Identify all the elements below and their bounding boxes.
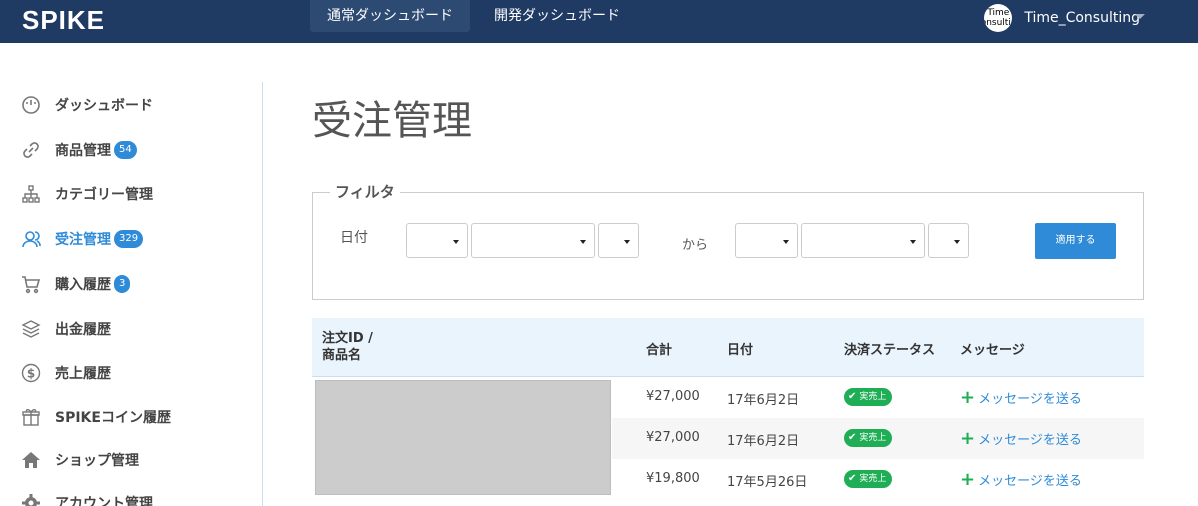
cart-icon [20, 273, 42, 295]
count-badge: 329 [114, 230, 144, 248]
from-day-select[interactable] [598, 223, 639, 258]
status-badge: ✔ 実売上 [844, 388, 893, 406]
sidebar-item-spike-coin-history[interactable]: SPIKEコイン履歴 [20, 404, 171, 430]
column-header-message: メッセージ [960, 343, 1025, 358]
svg-text:$: $ [27, 367, 35, 381]
sidebar-item-categories[interactable]: カテゴリー管理 [20, 181, 153, 207]
avatar: Time Consulting [984, 4, 1013, 32]
from-year-select[interactable] [406, 223, 468, 258]
sidebar-item-products[interactable]: 商品管理 54 [20, 137, 137, 163]
plus-icon: + [960, 427, 976, 449]
gift-icon [20, 406, 42, 428]
to-month-select[interactable] [801, 223, 925, 258]
home-icon [20, 449, 42, 471]
top-navbar: SPIKE 通常ダッシュボード 開発ダッシュボード Time Consultin… [0, 0, 1198, 43]
sidebar-item-label: 受注管理 [55, 232, 111, 248]
table-row: ¥27,000 17年6月2日 ✔ 実売上 + メッセージを送る [612, 377, 1144, 418]
sidebar-item-dashboard[interactable]: ダッシュボード [20, 92, 153, 118]
order-date: 17年6月2日 [727, 434, 800, 449]
status-badge: ✔ 実売上 [844, 429, 893, 447]
chevron-down-icon[interactable] [1135, 14, 1145, 19]
tab-standard-dashboard[interactable]: 通常ダッシュボード [310, 0, 470, 32]
sidebar-item-label: ショップ管理 [55, 453, 139, 469]
apply-filter-button[interactable]: 適用する [1035, 223, 1116, 259]
plus-icon: + [960, 468, 976, 490]
sidebar-item-shop-management[interactable]: ショップ管理 [20, 447, 139, 473]
check-icon: ✔ [848, 432, 857, 443]
speedometer-icon [20, 94, 42, 116]
count-badge: 54 [114, 141, 137, 159]
send-message-link[interactable]: + メッセージを送る [960, 470, 1082, 489]
order-date: 17年6月2日 [727, 393, 800, 408]
sidebar-item-label: アカウント管理 [55, 496, 153, 506]
sidebar-item-label: 購入履歴 [55, 277, 111, 293]
sidebar-item-label: カテゴリー管理 [55, 187, 153, 203]
product-thumbnail[interactable] [315, 380, 611, 495]
from-month-select[interactable] [471, 223, 595, 258]
tab-developer-dashboard[interactable]: 開発ダッシュボード [477, 0, 637, 32]
date-filter-label: 日付 [340, 230, 368, 246]
order-total: ¥27,000 [646, 389, 700, 404]
column-header-payment-status: 決済ステータス [844, 343, 936, 358]
sidebar-item-purchase-history[interactable]: 購入履歴 3 [20, 271, 131, 297]
order-date: 17年5月26日 [727, 475, 808, 490]
count-badge: 3 [114, 275, 131, 293]
sidebar-item-sales-history[interactable]: $ 売上履歴 [20, 360, 111, 386]
hierarchy-icon [20, 183, 42, 205]
plus-icon: + [960, 386, 976, 408]
check-icon: ✔ [848, 473, 857, 484]
table-row: ¥27,000 17年6月2日 ✔ 実売上 + メッセージを送る [612, 418, 1144, 459]
order-total: ¥27,000 [646, 430, 700, 445]
table-header: 注文ID / 商品名 合計 日付 決済ステータス メッセージ [312, 318, 1144, 377]
page-title: 受注管理 [312, 98, 472, 144]
users-icon [20, 228, 42, 250]
sidebar-item-withdrawal-history[interactable]: 出金履歴 [20, 316, 111, 342]
link-icon [20, 139, 42, 161]
send-message-link[interactable]: + メッセージを送る [960, 429, 1082, 448]
layers-icon [20, 318, 42, 340]
dollar-icon: $ [20, 362, 42, 384]
sidebar-item-label: 出金履歴 [55, 322, 111, 338]
column-header-date: 日付 [727, 343, 754, 358]
send-message-link[interactable]: + メッセージを送る [960, 388, 1082, 407]
sidebar-item-label: 商品管理 [55, 143, 111, 159]
sidebar-item-label: SPIKEコイン履歴 [55, 410, 171, 426]
check-icon: ✔ [848, 391, 857, 402]
filter-legend: フィルタ [330, 181, 400, 202]
username: Time_Consulting [1024, 10, 1140, 26]
sidebar-item-label: ダッシュボード [55, 98, 153, 114]
order-total: ¥19,800 [646, 471, 700, 486]
gear-icon [20, 492, 42, 506]
sidebar-item-label: 売上履歴 [55, 366, 111, 382]
from-label: から [682, 238, 709, 253]
status-badge: ✔ 実売上 [844, 470, 893, 488]
table-row: ¥19,800 17年5月26日 ✔ 実売上 + メッセージを送る [612, 459, 1144, 500]
column-header-order-id: 注文ID / 商品名 [322, 331, 373, 363]
to-year-select[interactable] [735, 223, 798, 258]
sidebar-item-account-management[interactable]: アカウント管理 [20, 490, 153, 506]
spike-logo[interactable]: SPIKE [22, 5, 105, 36]
user-menu[interactable]: Time Consulting Time_Consulting [984, 3, 1140, 33]
column-header-total: 合計 [646, 343, 673, 358]
sidebar-item-orders[interactable]: 受注管理 329 [20, 226, 144, 252]
to-day-select[interactable] [928, 223, 969, 258]
sidebar-divider [262, 82, 263, 506]
